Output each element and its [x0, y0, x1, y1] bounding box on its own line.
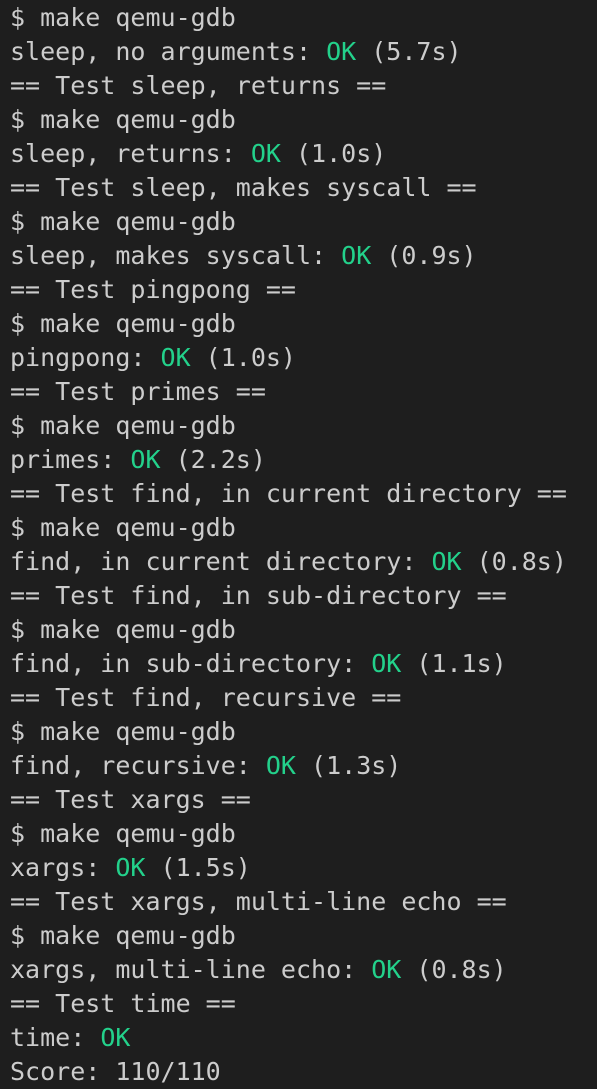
test-duration: (0.8s)	[461, 547, 567, 576]
test-result-label: xargs:	[10, 853, 116, 882]
test-result-line: find, in sub-directory: OK (1.1s)	[10, 647, 597, 681]
test-result-label: sleep, no arguments:	[10, 37, 327, 66]
ok-status: OK	[115, 853, 146, 882]
test-result-label: pingpong:	[10, 343, 161, 372]
test-result-label: sleep, returns:	[10, 139, 251, 168]
command-line: $ make qemu-gdb	[10, 207, 236, 236]
test-result-line: pingpong: OK (1.0s)	[10, 341, 597, 375]
command-line: $ make qemu-gdb	[10, 309, 236, 338]
test-header-line: == Test primes ==	[10, 377, 266, 406]
test-result-label: find, in current directory:	[10, 547, 432, 576]
test-duration: (1.0s)	[280, 139, 387, 168]
command-line: $ make qemu-gdb	[10, 819, 236, 848]
test-result-label: find, recursive:	[10, 751, 266, 780]
test-result-line: xargs, multi-line echo: OK (0.8s)	[10, 953, 597, 987]
test-header-line: == Test xargs, multi-line echo ==	[10, 887, 507, 916]
test-duration: (1.1s)	[401, 649, 507, 678]
test-result-line: sleep, makes syscall: OK (0.9s)	[10, 239, 597, 273]
ok-status: OK	[431, 547, 462, 576]
test-duration: (0.9s)	[371, 241, 477, 270]
test-duration: (1.5s)	[145, 853, 251, 882]
test-header-line: == Test xargs ==	[10, 785, 251, 814]
command-line: $ make qemu-gdb	[10, 3, 236, 32]
test-duration: (2.2s)	[160, 445, 266, 474]
test-duration: (0.8s)	[401, 955, 507, 984]
test-header-line: == Test find, in sub-directory ==	[10, 581, 507, 610]
ok-status: OK	[100, 1023, 131, 1052]
test-duration: (1.0s)	[190, 343, 296, 372]
test-header-line: == Test sleep, returns ==	[10, 71, 387, 100]
test-duration: (5.7s)	[356, 37, 462, 66]
ok-status: OK	[130, 445, 161, 474]
command-line: $ make qemu-gdb	[10, 921, 236, 950]
test-duration: (1.3s)	[295, 751, 402, 780]
ok-status: OK	[326, 37, 357, 66]
test-result-label: primes:	[10, 445, 131, 474]
ok-status: OK	[341, 241, 372, 270]
test-result-line: xargs: OK (1.5s)	[10, 851, 597, 885]
test-result-label: xargs, multi-line echo:	[10, 955, 372, 984]
command-line: $ make qemu-gdb	[10, 717, 236, 746]
terminal-output[interactable]: $ make qemu-gdb sleep, no arguments: OK (…	[0, 1, 597, 1089]
command-line: $ make qemu-gdb	[10, 615, 236, 644]
test-result-line: time: OK	[10, 1021, 597, 1055]
command-line: $ make qemu-gdb	[10, 411, 236, 440]
command-line: $ make qemu-gdb	[10, 513, 236, 542]
ok-status: OK	[250, 139, 281, 168]
test-result-label: find, in sub-directory:	[10, 649, 372, 678]
test-result-line: primes: OK (2.2s)	[10, 443, 597, 477]
test-result-label: sleep, makes syscall:	[10, 241, 342, 270]
test-header-line: == Test sleep, makes syscall ==	[10, 173, 477, 202]
ok-status: OK	[371, 955, 402, 984]
test-header-line: == Test find, in current directory ==	[10, 479, 567, 508]
test-header-line: == Test find, recursive ==	[10, 683, 402, 712]
test-header-line: == Test time ==	[10, 989, 236, 1018]
test-result-line: find, recursive: OK (1.3s)	[10, 749, 597, 783]
test-result-line: find, in current directory: OK (0.8s)	[10, 545, 597, 579]
test-header-line: == Test pingpong ==	[10, 275, 296, 304]
test-result-label: time:	[10, 1023, 101, 1052]
test-result-line: sleep, no arguments: OK (5.7s)	[10, 35, 597, 69]
ok-status: OK	[160, 343, 191, 372]
test-result-line: sleep, returns: OK (1.0s)	[10, 137, 597, 171]
ok-status: OK	[371, 649, 402, 678]
ok-status: OK	[265, 751, 296, 780]
command-line: $ make qemu-gdb	[10, 105, 236, 134]
score-line: Score: 110/110	[10, 1057, 221, 1086]
